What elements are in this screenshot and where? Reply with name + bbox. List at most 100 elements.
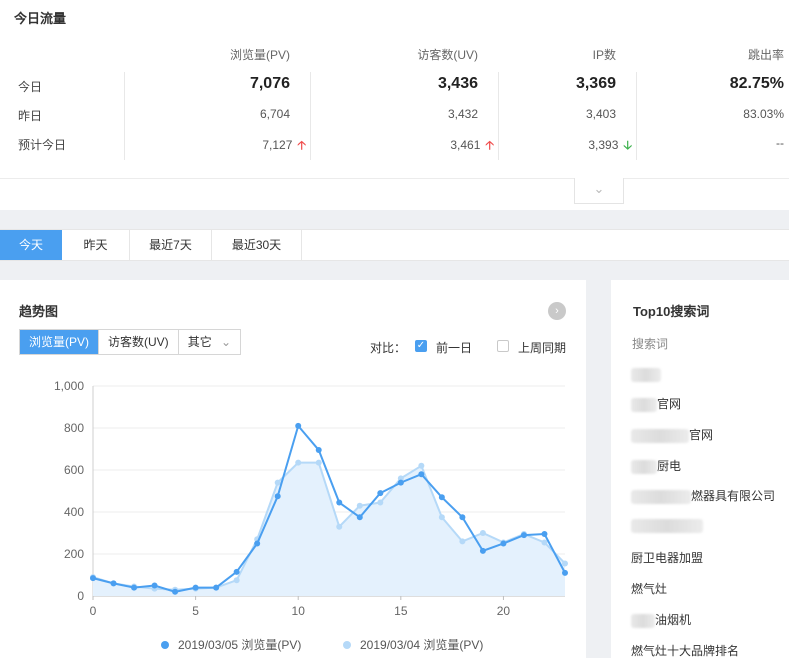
trend-chart: 0 200 400 600 800 1,000 0 5 10 15 20 2019/03/05 浏览量… [54,379,568,652]
top10-subtitle: 搜索词 [632,337,669,351]
x-tick-label: 15 [394,604,408,618]
y-tick-label: 200 [64,547,84,561]
tab-yesterday[interactable]: 昨天 [62,230,130,260]
data-point-current [541,531,548,538]
data-point-previous [438,514,445,521]
next-arrow-button[interactable]: › [548,302,566,320]
predicted-uv: 3,461 🡡 [378,136,494,157]
date-range-tabs: 今天 昨天 最近7天 最近30天 [0,229,789,261]
tab-last-7-days[interactable]: 最近7天 [130,230,212,260]
y-tick-label: 1,000 [54,379,84,393]
data-point-current [500,540,507,547]
yesterday-bounce-rate: 83.03% [743,107,784,121]
redacted-block [631,489,691,504]
data-point-current [172,588,179,595]
keyword-item-4[interactable]: 厨电 [631,457,681,474]
arrow-down-icon: 🡣 [623,138,632,152]
predicted-uv-value: 3,461 [450,138,481,152]
stats-row-today: 今日 7,076 3,436 3,369 82.75% [0,72,789,100]
keyword-item-2[interactable]: 官网 [631,395,681,412]
tab-last-30-days[interactable]: 最近30天 [212,230,302,260]
stats-row-predicted: 预计今日 7,127 🡡 3,461 🡡 3,393 🡣 -- [0,130,789,158]
data-point-current [377,490,384,497]
top10-title: Top10搜索词 [633,304,710,319]
trend-title: 趋势图 [19,304,59,319]
data-point-current [274,493,281,500]
legend-label: 2019/03/04 浏览量(PV) [360,637,483,652]
legend-marker [161,641,169,649]
header-pv: 浏览量(PV) [229,48,290,62]
header-uv: 访客数(UV) [417,48,478,62]
metric-other-label: 其它 [187,335,212,349]
keyword-item-9[interactable]: 油烟机 [631,611,691,628]
tab-today[interactable]: 今天 [0,230,62,260]
row-label: 昨日 [18,109,43,123]
header-bounce-rate: 跳出率 [747,48,784,62]
data-point-current [110,580,117,587]
series-area-previous-day [93,462,565,596]
expand-chevron-button[interactable]: ⌄ [574,178,624,204]
data-point-current [356,514,363,521]
keyword-item-5[interactable]: 燃器具有限公司 [631,487,775,504]
y-tick-label: 800 [64,421,84,435]
x-tick-label: 0 [90,604,97,618]
compare-last-week-checkbox[interactable] [497,340,509,352]
metric-selector: 浏览量(PV) 访客数(UV) 其它 ⌄ [19,329,242,355]
predicted-pv-value: 7,127 [262,138,293,152]
y-tick-label: 600 [64,463,84,477]
row-label: 预计今日 [18,138,67,152]
keyword-item-3[interactable]: 官网 [631,426,713,443]
legend-label: 2019/03/05 浏览量(PV) [178,637,301,652]
data-point-previous [541,539,548,546]
yesterday-uv: 3,432 [447,107,478,121]
legend-marker [343,641,351,649]
data-point-current [90,575,96,582]
keyword-item-7[interactable]: 厨卫电器加盟 [631,549,703,566]
compare-prev-day-label: 前一日 [436,341,473,355]
stats-row-yesterday: 昨日 6,704 3,432 3,403 83.03% [0,101,789,129]
compare-label: 对比： [370,341,407,355]
today-uv: 3,436 [437,75,478,92]
data-point-current [438,494,445,501]
data-point-current [459,514,466,521]
today-ip: 3,369 [575,75,616,92]
metric-tab-uv[interactable]: 访客数(UV) [99,330,179,354]
row-label: 今日 [18,80,43,94]
data-point-current [520,532,527,539]
x-tick-label: 5 [192,604,199,618]
data-point-current [479,547,486,554]
keyword-item-6[interactable] [631,518,703,533]
data-point-current [131,584,138,591]
y-tick-label: 400 [64,505,84,519]
x-tick-label: 20 [497,604,511,618]
predicted-ip-value: 3,393 [588,138,619,152]
keyword-item-10[interactable]: 燃气灶十大品牌排名 [631,642,739,658]
data-point-current [397,479,404,486]
data-point-current [562,569,568,576]
keyword-item-8[interactable]: 燃气灶 [631,580,667,597]
yesterday-pv: 6,704 [259,107,290,121]
data-point-previous [459,538,466,545]
compare-prev-day-checkbox[interactable]: ✓ [415,340,427,352]
data-point-current [418,471,425,478]
chevron-right-icon: › [555,305,559,317]
data-point-previous [377,499,384,506]
keyword-item-1[interactable] [631,367,661,382]
data-point-previous [562,560,568,567]
top10-card: Top10搜索词 搜索词 官网 官网 厨电 燃器具有限公司 厨卫电器加盟 燃气灶… [611,280,789,658]
compare-last-week-label: 上周同期 [518,341,567,355]
data-point-current [336,499,343,506]
metric-dropdown-other[interactable]: 其它 ⌄ [179,330,240,354]
redacted-block [631,459,657,474]
data-point-current [213,584,220,591]
data-point-previous [274,479,281,486]
metric-tab-pv[interactable]: 浏览量(PV) [20,330,100,354]
double-chevron-down-icon: ⌄ [593,181,605,196]
data-point-previous [295,459,302,466]
y-tick-label: 0 [77,589,84,603]
redacted-block [631,397,657,412]
predicted-ip: 3,393 🡣 [516,136,632,157]
data-point-current [295,422,302,429]
data-point-current [151,582,158,589]
data-point-previous [418,462,425,469]
